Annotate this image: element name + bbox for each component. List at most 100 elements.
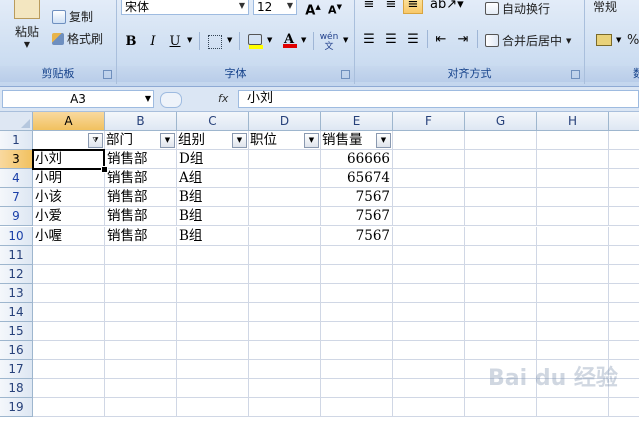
- empty-cell[interactable]: [609, 398, 639, 418]
- align-top-button[interactable]: ≡: [359, 0, 379, 14]
- filter-active-icon[interactable]: ⧩: [88, 133, 103, 148]
- data-cell[interactable]: D组: [177, 150, 249, 170]
- data-cell[interactable]: 7567: [321, 188, 393, 208]
- empty-cell[interactable]: [465, 131, 537, 151]
- empty-cell[interactable]: [393, 302, 465, 322]
- empty-cell[interactable]: [105, 322, 177, 342]
- empty-cell[interactable]: [249, 360, 321, 380]
- empty-cell[interactable]: [321, 360, 393, 380]
- row-header-7[interactable]: 7: [0, 188, 33, 208]
- data-cell[interactable]: A组: [177, 169, 249, 189]
- empty-cell[interactable]: [537, 322, 609, 342]
- column-header-c[interactable]: C: [177, 112, 249, 131]
- data-cell[interactable]: [249, 226, 321, 246]
- empty-cell[interactable]: [33, 283, 105, 303]
- chevron-down-icon[interactable]: ▼: [187, 36, 192, 44]
- alignment-launcher-icon[interactable]: [571, 70, 580, 79]
- increase-indent-button[interactable]: ⇥: [453, 29, 473, 49]
- fill-color-button[interactable]: [245, 31, 265, 51]
- column-header-a[interactable]: A: [33, 112, 105, 131]
- data-cell[interactable]: 小该: [33, 188, 105, 208]
- empty-cell[interactable]: [33, 264, 105, 284]
- empty-cell[interactable]: [33, 322, 105, 342]
- empty-cell[interactable]: [465, 207, 537, 227]
- empty-cell[interactable]: [465, 226, 537, 246]
- row-header-11[interactable]: 11: [0, 245, 33, 265]
- row-header-12[interactable]: 12: [0, 264, 33, 284]
- italic-button[interactable]: I: [143, 31, 163, 51]
- empty-cell[interactable]: [105, 398, 177, 418]
- empty-cell[interactable]: [609, 150, 639, 170]
- bold-button[interactable]: B: [121, 31, 141, 51]
- data-cell[interactable]: B组: [177, 188, 249, 208]
- empty-cell[interactable]: [537, 207, 609, 227]
- empty-cell[interactable]: [177, 245, 249, 265]
- format-painter-button[interactable]: 格式刷: [52, 30, 103, 47]
- empty-cell[interactable]: [465, 264, 537, 284]
- data-cell[interactable]: 小刘: [33, 150, 105, 170]
- data-cell[interactable]: 小喔: [33, 226, 105, 246]
- empty-cell[interactable]: [177, 379, 249, 399]
- filter-dropdown-icon[interactable]: ▼: [376, 133, 391, 148]
- chevron-down-icon[interactable]: ▼: [343, 36, 348, 44]
- empty-cell[interactable]: [249, 302, 321, 322]
- empty-cell[interactable]: [249, 245, 321, 265]
- empty-cell[interactable]: [465, 169, 537, 189]
- empty-cell[interactable]: [33, 398, 105, 418]
- empty-cell[interactable]: [321, 302, 393, 322]
- empty-cell[interactable]: [609, 322, 639, 342]
- data-cell[interactable]: 销售部: [105, 188, 177, 208]
- empty-cell[interactable]: [393, 245, 465, 265]
- empty-cell[interactable]: [609, 284, 639, 303]
- filter-dropdown-icon[interactable]: ▼: [304, 133, 319, 148]
- empty-cell[interactable]: [105, 360, 177, 380]
- name-box[interactable]: A3 ▼: [2, 90, 154, 108]
- empty-cell[interactable]: [465, 341, 537, 361]
- empty-cell[interactable]: [33, 379, 105, 399]
- chevron-down-icon[interactable]: ▼: [616, 36, 621, 44]
- filter-dropdown-icon[interactable]: ▼: [232, 133, 247, 148]
- empty-cell[interactable]: [537, 264, 609, 284]
- data-cell[interactable]: 小明: [33, 169, 105, 189]
- empty-cell[interactable]: [33, 302, 105, 322]
- empty-cell[interactable]: [33, 341, 105, 361]
- empty-cell[interactable]: [177, 264, 249, 284]
- empty-cell[interactable]: [393, 188, 465, 208]
- empty-cell[interactable]: [609, 265, 639, 284]
- empty-cell[interactable]: [393, 283, 465, 303]
- row-header-15[interactable]: 15: [0, 322, 33, 342]
- empty-cell[interactable]: [537, 398, 609, 418]
- empty-cell[interactable]: [393, 226, 465, 246]
- column-header-h[interactable]: H: [537, 112, 609, 131]
- data-cell[interactable]: [249, 169, 321, 189]
- row-header-14[interactable]: 14: [0, 302, 33, 322]
- empty-cell[interactable]: [537, 131, 609, 151]
- empty-cell[interactable]: [537, 341, 609, 361]
- data-cell[interactable]: 66666: [321, 150, 393, 170]
- data-cell[interactable]: 7567: [321, 226, 393, 246]
- data-cell[interactable]: 销售部: [105, 226, 177, 246]
- select-all-button[interactable]: [0, 112, 33, 131]
- align-right-button[interactable]: ☰: [403, 29, 423, 49]
- data-cell[interactable]: 7567: [321, 207, 393, 227]
- data-cell[interactable]: [249, 188, 321, 208]
- empty-cell[interactable]: [249, 379, 321, 399]
- empty-cell[interactable]: [465, 245, 537, 265]
- empty-cell[interactable]: [537, 150, 609, 170]
- decrease-indent-button[interactable]: ⇤: [431, 29, 451, 49]
- data-cell[interactable]: B组: [177, 226, 249, 246]
- empty-cell[interactable]: [105, 379, 177, 399]
- empty-cell[interactable]: [321, 398, 393, 418]
- empty-cell[interactable]: [177, 302, 249, 322]
- formula-input[interactable]: 小刘: [238, 90, 639, 108]
- empty-cell[interactable]: [177, 398, 249, 418]
- empty-cell[interactable]: [105, 341, 177, 361]
- phonetic-button[interactable]: wén 文: [317, 31, 341, 52]
- align-bottom-button[interactable]: ≡: [403, 0, 423, 14]
- data-cell[interactable]: [249, 150, 321, 170]
- empty-cell[interactable]: [105, 245, 177, 265]
- empty-cell[interactable]: [321, 283, 393, 303]
- empty-cell[interactable]: [393, 207, 465, 227]
- data-cell[interactable]: 小爱: [33, 207, 105, 227]
- row-header-4[interactable]: 4: [0, 169, 33, 189]
